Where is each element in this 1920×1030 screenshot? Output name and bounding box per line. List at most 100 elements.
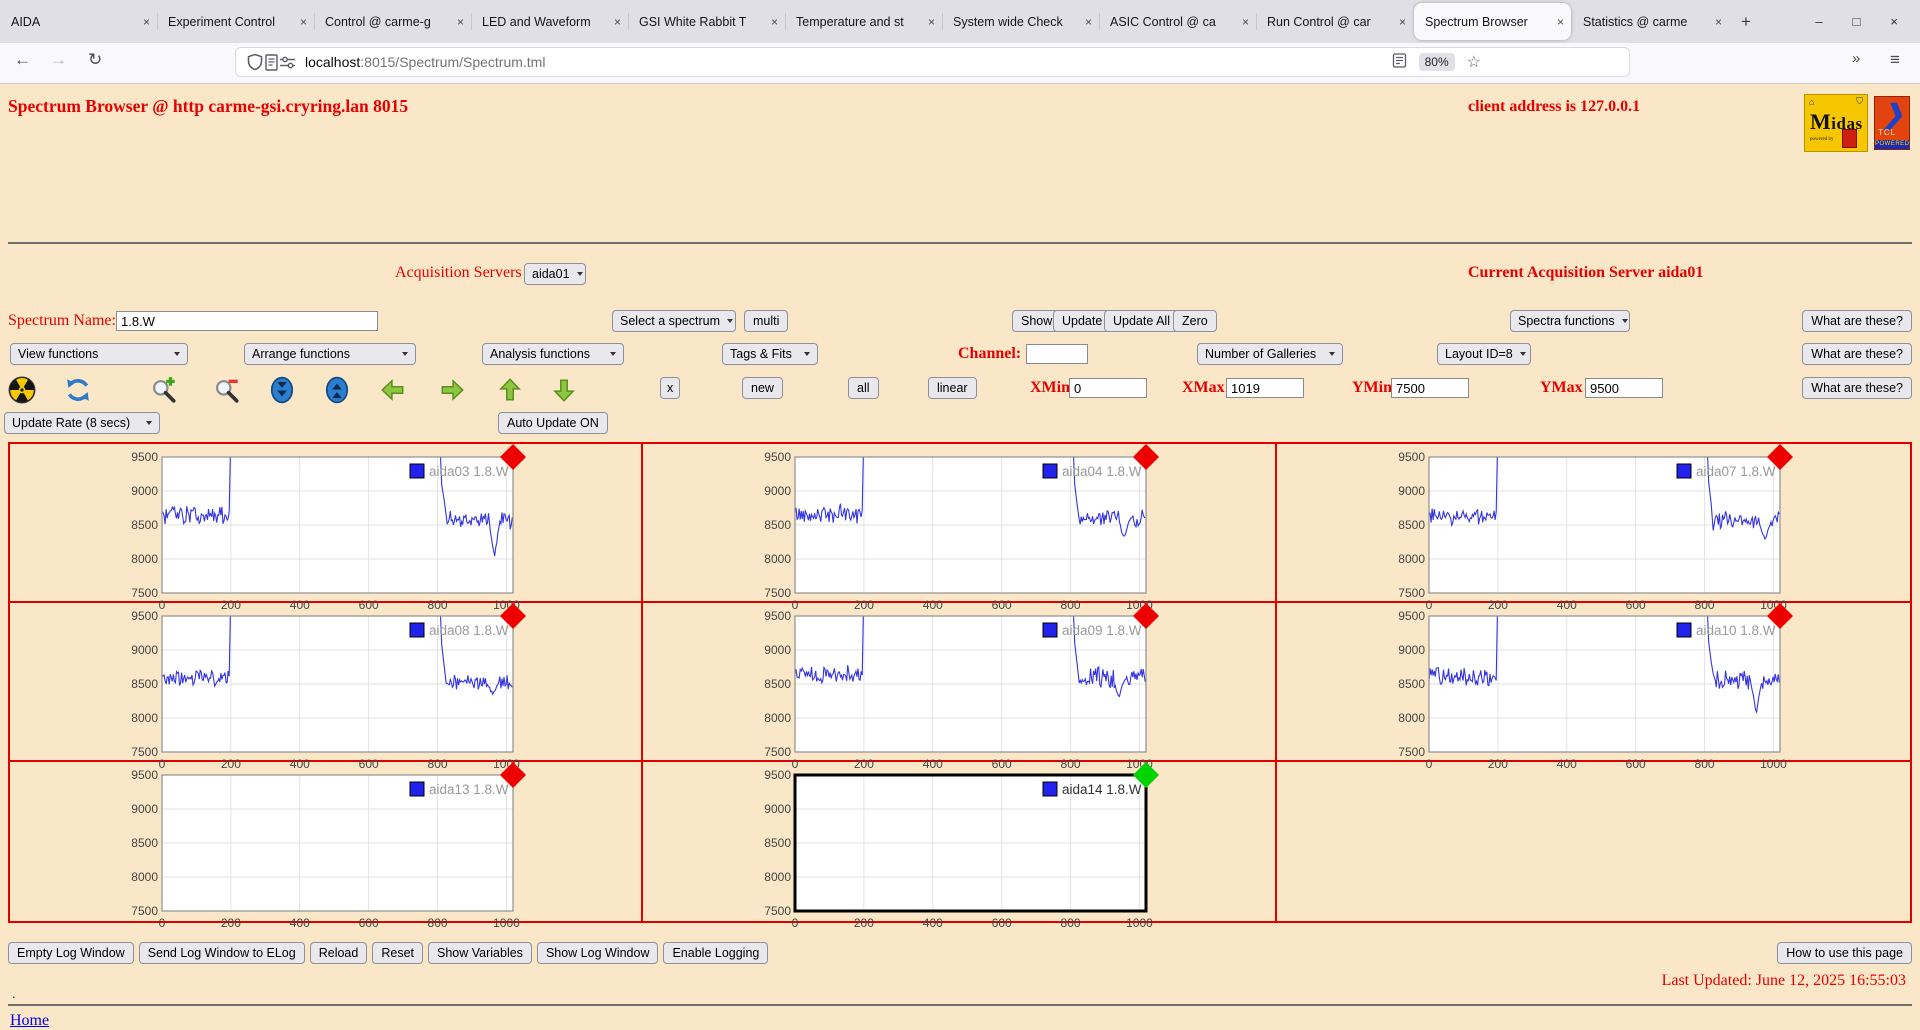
- view-functions-select[interactable]: View functions: [10, 343, 188, 365]
- hamburger-menu-icon[interactable]: ≡: [1890, 50, 1900, 70]
- gallery-cell-aida09[interactable]: 7500 8000 8500 9000 9500 0 200 400 600 800 1000 aid…: [643, 603, 1277, 771]
- tab-close-icon[interactable]: ×: [457, 15, 464, 29]
- bookmark-star-icon[interactable]: ☆: [1467, 52, 1481, 72]
- tags-and-fits-select[interactable]: Tags & Fits: [722, 343, 818, 365]
- update-button[interactable]: Update: [1053, 310, 1112, 332]
- minimize-button[interactable]: –: [1815, 14, 1822, 29]
- xmin-input[interactable]: [1069, 378, 1147, 398]
- ymin-input[interactable]: [1391, 378, 1469, 398]
- tab-led-and-waveform[interactable]: LED and Waveform ×: [471, 0, 628, 43]
- tab-close-icon[interactable]: ×: [300, 15, 307, 29]
- tab-close-icon[interactable]: ×: [928, 15, 935, 29]
- show-log-window-button[interactable]: Show Log Window: [536, 942, 659, 964]
- tab-statistics-carme[interactable]: Statistics @ carme ×: [1572, 0, 1729, 43]
- tab-close-icon[interactable]: ×: [1399, 15, 1406, 29]
- tab-run-control-car[interactable]: Run Control @ car ×: [1256, 0, 1413, 43]
- what-are-these-button-1[interactable]: What are these?: [1802, 310, 1912, 332]
- tcl-powered-logo[interactable]: ❯ TCL POWERED: [1874, 96, 1910, 150]
- reload-button[interactable]: Reload: [309, 942, 368, 964]
- tab-control-carme-g[interactable]: Control @ carme-g ×: [314, 0, 471, 43]
- gallery-cell-aida08[interactable]: 7500 8000 8500 9000 9500 0 200 400 600 800 1000 aid…: [10, 603, 644, 771]
- tab-close-icon[interactable]: ×: [1242, 15, 1249, 29]
- tcl-feather-icon: ❯: [1882, 99, 1904, 129]
- x-button[interactable]: x: [660, 377, 681, 399]
- forward-button[interactable]: →: [50, 50, 67, 70]
- xmax-input[interactable]: [1226, 378, 1304, 398]
- show-variables-button[interactable]: Show Variables: [428, 942, 532, 964]
- window-close-button[interactable]: ×: [1890, 14, 1898, 29]
- linear-button[interactable]: linear: [928, 377, 977, 399]
- analysis-functions-select[interactable]: Analysis functions: [482, 343, 624, 365]
- tab-system-wide-check[interactable]: System wide Check ×: [942, 0, 1099, 43]
- reload-button[interactable]: ↻: [88, 50, 102, 70]
- zoom-in-icon[interactable]: [150, 376, 178, 404]
- tab-spectrum-browser[interactable]: Spectrum Browser ×: [1414, 3, 1571, 40]
- tab-close-icon[interactable]: ×: [1085, 15, 1092, 29]
- layout-id-select[interactable]: Layout ID=8: [1437, 343, 1531, 365]
- spectra-functions-select[interactable]: Spectra functions: [1510, 310, 1630, 332]
- home-link[interactable]: Home: [10, 1012, 49, 1029]
- gallery-cell-aida14[interactable]: 7500 8000 8500 9000 9500 0 200 400 600 800 1000 aid…: [643, 762, 1277, 930]
- tab-close-icon[interactable]: ×: [1715, 15, 1722, 29]
- maximize-button[interactable]: □: [1853, 14, 1861, 29]
- zero-button[interactable]: Zero: [1173, 310, 1217, 332]
- tab-temperature-and-st[interactable]: Temperature and st ×: [785, 0, 942, 43]
- svg-text:aida04 1.8.W: aida04 1.8.W: [1062, 464, 1142, 479]
- update-all-button[interactable]: Update All: [1104, 310, 1179, 332]
- tab-aida[interactable]: AIDA ×: [0, 0, 157, 43]
- how-to-use-button[interactable]: How to use this page: [1777, 942, 1912, 964]
- new-tab-button[interactable]: +: [1729, 0, 1763, 43]
- permissions-slider-icon[interactable]: [279, 55, 296, 70]
- what-are-these-button-2[interactable]: What are these?: [1802, 343, 1912, 365]
- tab-close-icon[interactable]: ×: [143, 15, 150, 29]
- auto-update-button[interactable]: Auto Update ON: [498, 412, 608, 434]
- acquisition-servers-select[interactable]: aida01: [524, 263, 586, 285]
- reset-button[interactable]: Reset: [372, 942, 423, 964]
- gallery-cell-aida13[interactable]: 7500 8000 8500 9000 9500 0 200 400 600 800 1000 aid…: [10, 762, 644, 930]
- arrow-up-icon[interactable]: [496, 376, 524, 404]
- enable-logging-button[interactable]: Enable Logging: [663, 942, 769, 964]
- tab-close-icon[interactable]: ×: [614, 15, 621, 29]
- collapse-vertical-icon[interactable]: [268, 376, 296, 404]
- arrange-functions-select[interactable]: Arrange functions: [244, 343, 416, 365]
- expand-vertical-icon[interactable]: [323, 376, 351, 404]
- empty-log-window-button[interactable]: Empty Log Window: [8, 942, 134, 964]
- tab-close-icon[interactable]: ×: [771, 15, 778, 29]
- tab-asic-control-ca[interactable]: ASIC Control @ ca ×: [1099, 0, 1256, 43]
- gallery-cell-aida10[interactable]: 7500 8000 8500 9000 9500 0 200 400 600 800 1000 aid…: [1276, 603, 1910, 771]
- ymax-input[interactable]: [1585, 378, 1663, 398]
- midas-logo[interactable]: ⌂ ⛉ Midas powered by: [1804, 94, 1868, 152]
- what-are-these-button-3[interactable]: What are these?: [1802, 377, 1912, 399]
- svg-text:9000: 9000: [765, 802, 792, 816]
- tab-experiment-control[interactable]: Experiment Control ×: [157, 0, 314, 43]
- gallery-cell-aida03[interactable]: 7500 8000 8500 9000 9500 0 200 400 600 800 1000 aid…: [10, 444, 644, 612]
- svg-text:7500: 7500: [131, 586, 158, 600]
- arrow-right-icon[interactable]: [438, 376, 466, 404]
- svg-text:0: 0: [792, 916, 799, 930]
- number-of-galleries-select[interactable]: Number of Galleries: [1197, 343, 1343, 365]
- arrow-left-icon[interactable]: [379, 376, 407, 404]
- update-rate-select[interactable]: Update Rate (8 secs): [4, 412, 160, 434]
- refresh-icon[interactable]: [64, 376, 92, 404]
- zoom-out-icon[interactable]: [213, 376, 241, 404]
- reader-view-icon[interactable]: [1392, 53, 1407, 71]
- all-button[interactable]: all: [848, 377, 879, 399]
- shield-icon[interactable]: [246, 53, 264, 71]
- gallery-cell-aida07[interactable]: 7500 8000 8500 9000 9500 0 200 400 600 800 1000 aid…: [1276, 444, 1910, 612]
- multi-button[interactable]: multi: [744, 310, 789, 332]
- new-button[interactable]: new: [742, 377, 783, 399]
- overflow-menu-icon[interactable]: »: [1852, 50, 1860, 67]
- send-log-window-to-elog-button[interactable]: Send Log Window to ELog: [138, 942, 305, 964]
- tab-close-icon[interactable]: ×: [1557, 15, 1564, 29]
- arrow-down-icon[interactable]: [550, 376, 578, 404]
- page-info-icon[interactable]: [264, 53, 279, 71]
- channel-input[interactable]: [1026, 344, 1088, 364]
- gallery-cell-aida04[interactable]: 7500 8000 8500 9000 9500 0 200 400 600 800 1000 aid…: [643, 444, 1277, 612]
- tab-gsi-white-rabbit-t[interactable]: GSI White Rabbit T ×: [628, 0, 785, 43]
- zoom-level-badge[interactable]: 80%: [1418, 53, 1455, 71]
- radioactive-icon[interactable]: [8, 376, 36, 404]
- url-bar[interactable]: localhost:8015/Spectrum/Spectrum.tml 80%…: [235, 47, 1630, 77]
- spectrum-name-input[interactable]: [116, 311, 378, 331]
- back-button[interactable]: ←: [14, 50, 31, 70]
- select-a-spectrum-select[interactable]: Select a spectrum: [612, 310, 736, 332]
